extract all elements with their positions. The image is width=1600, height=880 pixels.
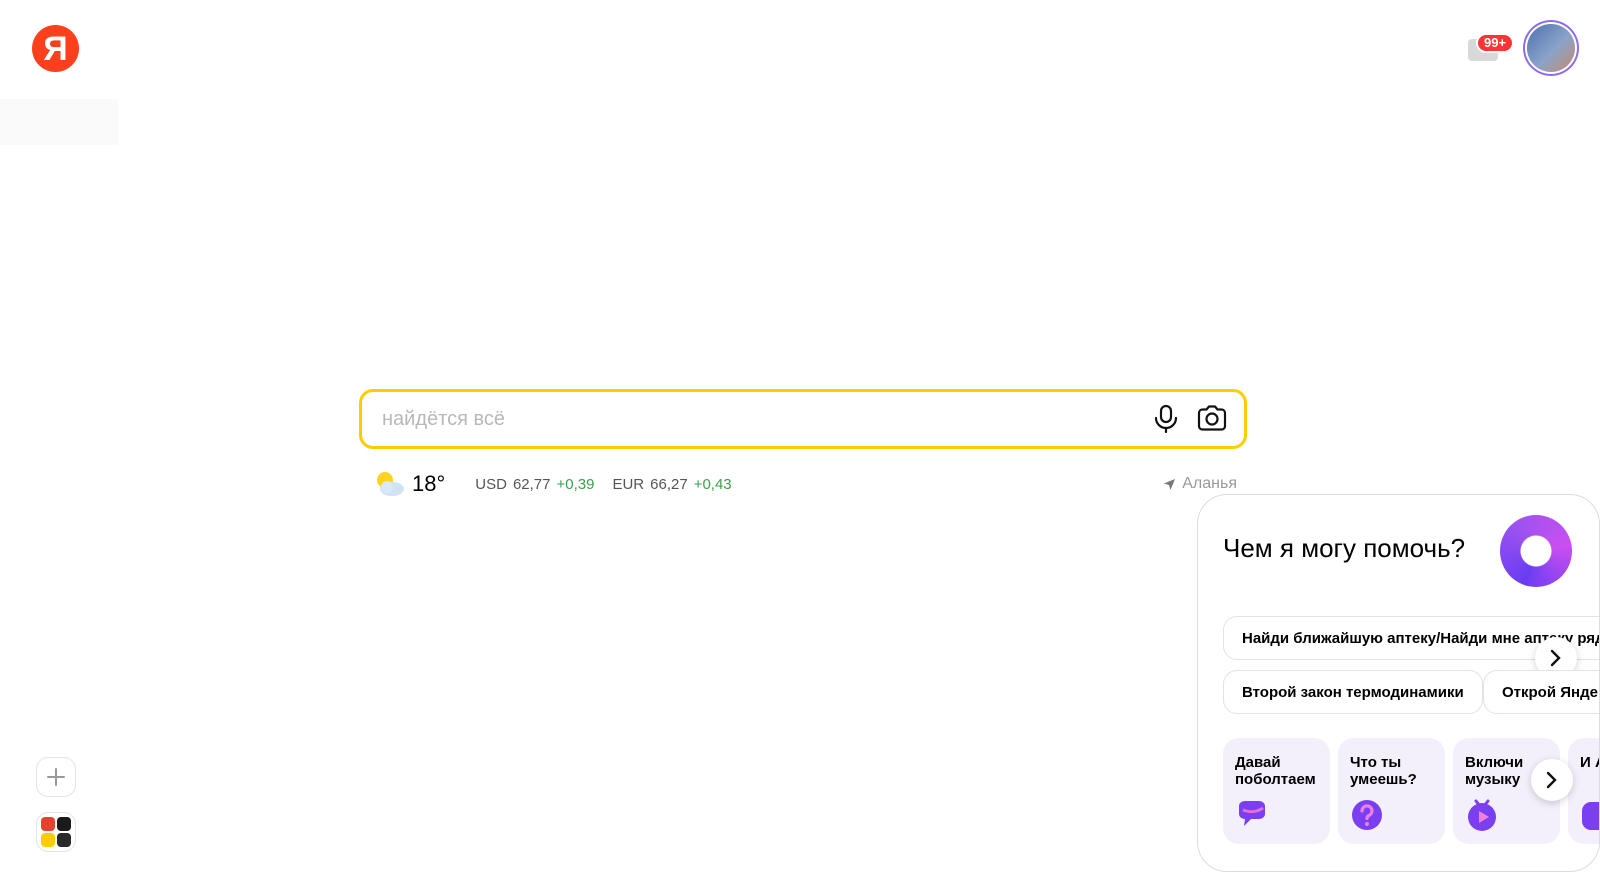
music-play-icon (1468, 799, 1496, 831)
alice-card-skills[interactable]: Что ты умеешь? (1338, 738, 1445, 844)
usd-value: 62,77 (512, 475, 551, 493)
card-label: Включи музыку (1465, 754, 1524, 788)
cards-next-button[interactable] (1531, 759, 1573, 801)
location-link[interactable]: Аланья (1163, 475, 1237, 493)
apps-grid-button[interactable] (36, 812, 76, 852)
alice-panel: Чем я могу помочь? Найди ближайшую аптек… (1197, 494, 1600, 872)
eur-delta: +0,43 (693, 475, 732, 493)
temperature[interactable]: 18° (412, 471, 445, 497)
search-input[interactable] (380, 406, 1138, 432)
mail-button[interactable]: 99+ (1468, 33, 1515, 63)
mail-count-badge: 99+ (1476, 33, 1515, 53)
alice-card-chat[interactable]: Давай поболтаем (1223, 738, 1330, 844)
yandex-logo[interactable]: Я (32, 25, 79, 72)
location-name: Аланья (1182, 475, 1237, 492)
app-tile-icon (41, 833, 55, 847)
sidebar-placeholder (0, 99, 118, 145)
card-label: Давай поболтаем (1235, 754, 1316, 788)
chevron-right-icon (1546, 771, 1557, 789)
eur-rate[interactable]: EUR 66,27 +0,43 (612, 476, 731, 493)
add-widget-button[interactable] (36, 757, 76, 797)
alice-orb-icon[interactable] (1500, 515, 1572, 587)
card-label: Что ты умеешь? (1350, 754, 1417, 788)
app-tile-icon (41, 817, 55, 831)
app-tile-icon (57, 817, 71, 831)
usd-rate[interactable]: USD 62,77 +0,39 (475, 476, 594, 493)
eur-value: 66,27 (650, 475, 688, 493)
chat-bubble-icon (1239, 801, 1265, 826)
question-icon (1352, 800, 1382, 830)
alice-title: Чем я могу помочь? (1223, 533, 1466, 563)
partly-cloudy-icon[interactable] (372, 469, 406, 499)
usd-label: USD (475, 475, 507, 493)
chevron-right-icon (1550, 649, 1561, 667)
microphone-icon[interactable] (1148, 401, 1184, 437)
alice-suggestion-chip[interactable]: Второй закон термодинамики (1223, 670, 1483, 714)
info-bar: 18° USD 62,77 +0,39 EUR 66,27 +0,43 Аланья (372, 466, 1237, 502)
camera-search-icon[interactable] (1194, 401, 1230, 437)
location-arrow-icon (1164, 478, 1176, 490)
app-icon (1582, 802, 1599, 830)
search-bar (359, 389, 1247, 449)
alice-suggestion-chip[interactable]: Открой Янде (1483, 670, 1599, 714)
app-tile-icon (57, 833, 71, 847)
eur-label: EUR (612, 475, 645, 493)
alice-card-more[interactable]: И А (1568, 738, 1599, 844)
plus-icon (47, 768, 65, 786)
user-avatar[interactable] (1527, 24, 1575, 72)
card-label: И А (1580, 754, 1599, 771)
usd-delta: +0,39 (556, 475, 595, 493)
